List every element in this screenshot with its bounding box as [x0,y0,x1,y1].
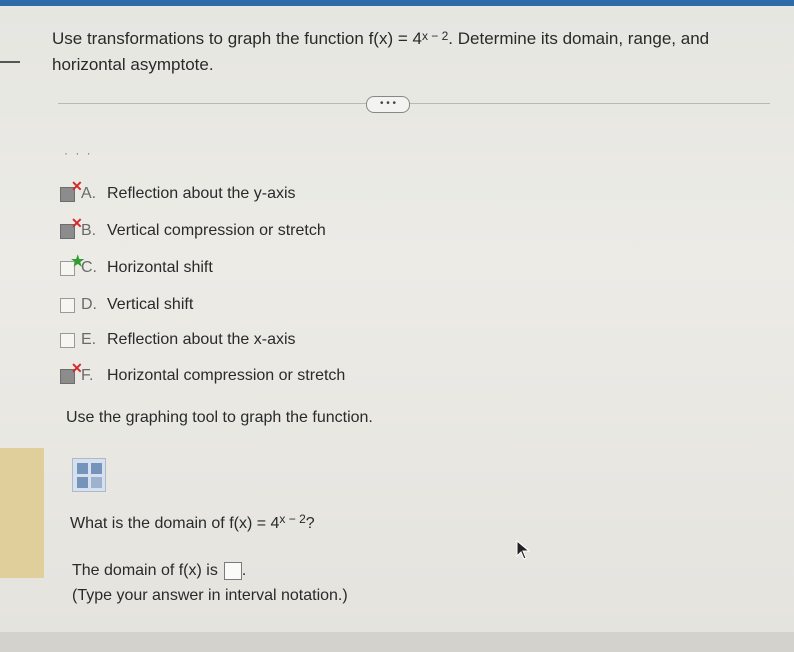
correct-star-icon: ★ [71,252,85,270]
function-base: f(x) = 4 [368,29,422,48]
option-letter: B. [81,222,97,239]
option-checkbox[interactable]: ✕ [60,215,83,239]
domain-answer-period: . [241,562,247,579]
graphing-tool-button[interactable] [72,458,106,492]
bottom-strip [0,632,794,652]
question-prefix: Use transformations to graph the functio… [52,29,369,48]
question-text: Use transformations to graph the functio… [52,26,772,78]
option-checkbox[interactable] [60,297,75,313]
incorrect-x-icon: ✕ [71,214,83,231]
domain-function-exponent: x − 2 [279,512,306,526]
option-checkbox[interactable]: ★ [60,253,84,276]
option-checkbox[interactable] [60,332,75,348]
grid-icon-cell [77,463,88,474]
incorrect-x-icon: ✕ [71,359,83,376]
option-text: Vertical compression or stretch [107,222,326,239]
option-c[interactable]: ★ C. Horizontal shift [60,253,213,280]
section-divider [58,103,770,104]
option-letter: C. [81,259,97,276]
option-a[interactable]: ✕ A. Reflection about the y-axis [60,178,296,206]
option-e[interactable]: E. Reflection about the x-axis [60,328,296,352]
graph-prompt: Use the graphing tool to graph the funct… [66,409,373,426]
left-highlight-stripe [0,448,44,578]
interval-notation-hint: (Type your answer in interval notation.) [72,587,348,604]
domain-answer-row: The domain of f(x) is . [72,562,246,580]
option-checkbox[interactable]: ✕ [60,178,83,202]
option-letter: D. [81,296,97,313]
option-f[interactable]: ✕ F. Horizontal compression or stretch [60,360,346,388]
option-letter: F. [81,367,94,384]
incorrect-x-icon: ✕ [71,177,83,194]
domain-answer-label: The domain of f(x) is [72,562,218,579]
domain-question: What is the domain of f(x) = 4x − 2? [70,512,315,533]
mouse-cursor-icon [516,540,530,560]
domain-function-base: f(x) = 4 [229,515,280,532]
domain-question-prefix: What is the domain of [70,515,230,532]
expand-button[interactable]: • • • [366,96,410,113]
option-letter: A. [81,185,97,202]
option-letter: E. [81,331,97,348]
option-d[interactable]: D. Vertical shift [60,293,193,317]
domain-question-suffix: ? [305,515,315,532]
grid-icon-cell [77,477,88,488]
option-text: Reflection about the x-axis [107,331,296,348]
option-text: Reflection about the y-axis [107,185,296,202]
function-expression: f(x) = 4x − 2 [369,29,449,48]
left-edge-mark [0,61,20,63]
content-area: Use transformations to graph the functio… [0,6,794,652]
option-text: Vertical shift [107,296,194,313]
option-checkbox[interactable]: ✕ [60,360,83,384]
function-exponent: x − 2 [421,29,449,43]
grid-icon-cell [91,463,102,474]
question-line2: horizontal asymptote. [52,55,214,74]
option-text: Horizontal compression or stretch [107,367,346,384]
option-text: Horizontal shift [107,259,213,276]
domain-answer-input[interactable] [223,562,242,580]
collapsed-dots: · · · [64,146,93,160]
grid-icon-cell [91,477,102,488]
option-b[interactable]: ✕ B. Vertical compression or stretch [60,215,326,243]
question-suffix: . Determine its domain, range, and [448,29,710,48]
